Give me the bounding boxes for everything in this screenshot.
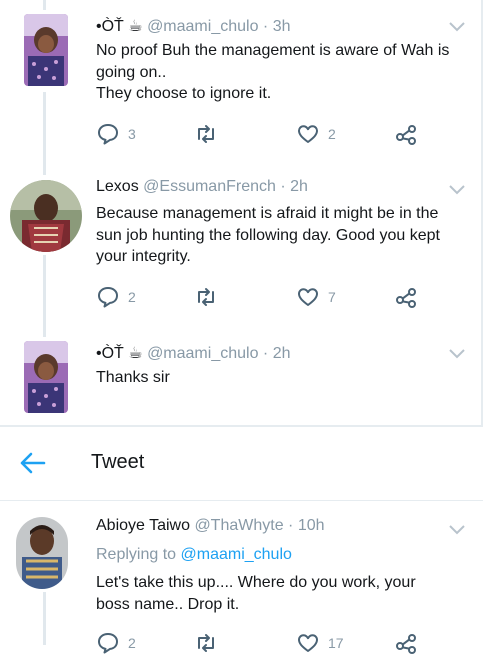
retweet-button[interactable]	[194, 631, 218, 655]
handle[interactable]: @EssumanFrench	[143, 178, 276, 195]
tweet-text: Because management is afraid it might be…	[96, 203, 466, 268]
share-button[interactable]	[394, 122, 418, 146]
reply-count: 2	[128, 289, 136, 305]
avatar[interactable]	[10, 180, 82, 252]
display-name[interactable]: •ÒŤ ☕	[96, 18, 143, 35]
retweet-button[interactable]	[194, 285, 218, 309]
tweet-header: •ÒŤ ☕ @maami_chulo · 2h	[96, 343, 291, 363]
tweet-header: Abioye Taiwo @ThaWhyte · 10h	[96, 517, 325, 535]
heart-icon	[298, 125, 318, 143]
tweet-header: Lexos @EssumanFrench · 2h	[96, 178, 308, 196]
share-icon	[396, 634, 416, 654]
tweet-text-line: your integrity.	[96, 248, 191, 265]
thread-line	[43, 592, 46, 645]
top-nav-bar: Tweet	[0, 427, 483, 501]
tweet-text-line: Let's take this up.... Where do you work…	[96, 574, 416, 591]
avatar-image	[10, 180, 82, 252]
heart-icon	[298, 634, 318, 652]
handle[interactable]: @ThaWhyte	[194, 517, 283, 534]
timestamp[interactable]: · 3h	[263, 18, 291, 35]
tweet-text-line: They choose to ignore it.	[96, 85, 272, 102]
tweet-text-line: going on..	[96, 63, 167, 81]
chevron-down-icon[interactable]	[446, 523, 468, 537]
avatar-image	[24, 341, 68, 413]
tweet-1[interactable]: •ÒŤ ☕ @maami_chulo · 3h No proof Buh the…	[0, 0, 483, 175]
tweet-3[interactable]: •ÒŤ ☕ @maami_chulo · 2h Thanks sir	[0, 337, 483, 425]
reply-button[interactable]: 2	[96, 631, 136, 655]
like-count: 2	[328, 126, 336, 142]
arrow-left-icon[interactable]	[18, 450, 46, 476]
handle[interactable]: @maami_chulo	[147, 345, 258, 362]
page-title: Tweet	[91, 451, 145, 473]
tweet-text-line: Thanks sir	[96, 369, 170, 386]
thread-line	[43, 255, 46, 337]
share-button[interactable]	[394, 285, 418, 309]
tweet-2[interactable]: Lexos @EssumanFrench · 2h Because manage…	[0, 175, 483, 337]
like-button[interactable]: 7	[296, 285, 336, 309]
retweet-icon	[198, 125, 214, 143]
tweet-text-line: No proof Buh the management is aware of …	[96, 42, 450, 59]
share-button[interactable]	[394, 631, 418, 655]
replying-to-label: Replying to	[96, 546, 177, 563]
timestamp[interactable]: · 2h	[280, 178, 308, 195]
reply-count: 2	[128, 635, 136, 651]
like-button[interactable]: 17	[296, 631, 344, 655]
retweet-button[interactable]	[194, 122, 218, 146]
tweet-text-line: boss name.. Drop it.	[96, 595, 240, 613]
handle[interactable]: @maami_chulo	[147, 18, 258, 35]
focused-tweet[interactable]: Abioye Taiwo @ThaWhyte · 10h Replying to…	[0, 500, 483, 654]
retweet-icon	[198, 288, 214, 306]
reply-icon	[98, 124, 118, 145]
tweet-header: •ÒŤ ☕ @maami_chulo · 3h	[96, 16, 291, 36]
avatar-image	[16, 517, 68, 589]
reply-icon	[98, 633, 118, 654]
thread-line	[43, 0, 46, 10]
avatar-image	[24, 14, 68, 86]
tweet-text: No proof Buh the management is aware of …	[96, 40, 466, 105]
like-count: 17	[328, 635, 344, 651]
display-name[interactable]: Lexos	[96, 178, 139, 195]
tweet-actions: 2 7	[96, 285, 426, 309]
timestamp[interactable]: · 10h	[288, 517, 324, 534]
avatar[interactable]	[24, 14, 68, 86]
tweet-actions: 2 17	[96, 631, 426, 655]
tweet-text: Thanks sir	[96, 367, 466, 389]
replying-to: Replying to @maami_chulo	[96, 546, 292, 564]
retweet-icon	[198, 634, 214, 652]
chevron-down-icon[interactable]	[446, 347, 468, 361]
thread-line	[43, 92, 46, 175]
display-name[interactable]: Abioye Taiwo	[96, 517, 190, 534]
replying-to-link[interactable]: @maami_chulo	[181, 546, 292, 563]
like-button[interactable]: 2	[296, 122, 336, 146]
display-name[interactable]: •ÒŤ ☕	[96, 345, 143, 362]
share-icon	[396, 288, 416, 308]
avatar[interactable]	[16, 517, 68, 589]
reply-icon	[98, 287, 118, 308]
like-count: 7	[328, 289, 336, 305]
reply-count: 3	[128, 126, 136, 142]
tweet-actions: 3 2	[96, 122, 426, 146]
timestamp[interactable]: · 2h	[263, 345, 291, 362]
chevron-down-icon[interactable]	[446, 183, 468, 197]
tweet-text-line: Because management is afraid it might be…	[96, 205, 439, 222]
share-icon	[396, 125, 416, 145]
heart-icon	[298, 288, 318, 306]
reply-button[interactable]: 2	[96, 285, 136, 309]
reply-button[interactable]: 3	[96, 122, 136, 146]
chevron-down-icon[interactable]	[446, 20, 468, 34]
tweet-text-line: sun job hunting the following day. Good …	[96, 226, 440, 244]
avatar[interactable]	[24, 341, 68, 413]
tweet-text: Let's take this up.... Where do you work…	[96, 572, 466, 615]
